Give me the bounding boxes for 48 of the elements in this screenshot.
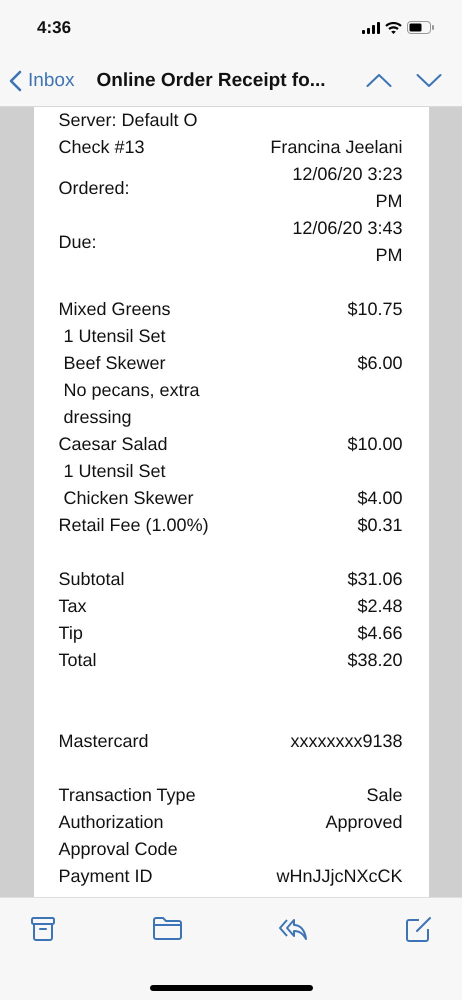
item-value: Francina Jeelani [270, 136, 402, 159]
item-value: 12/06/20 3:23 PM [291, 163, 402, 213]
item-value: $4.00 [357, 487, 402, 510]
item-value: $38.20 [347, 649, 402, 672]
item-label: Ordered: [58, 176, 130, 200]
item-label: Approval Code [58, 838, 178, 861]
item-label: Beef Skewer [62, 352, 166, 375]
item-label: Chicken Skewer [62, 487, 194, 510]
item-value: wHnJJjcNXcCK [276, 865, 402, 888]
item-label: Authorization [58, 811, 164, 834]
item-value: $31.06 [347, 568, 402, 591]
item-value: $10.00 [347, 433, 402, 456]
item-label: Mixed Greens [58, 298, 171, 321]
item-value: $6.00 [357, 352, 402, 375]
item-value: $4.66 [357, 622, 402, 645]
item-label: Tip [58, 622, 83, 645]
next-message-button[interactable] [416, 73, 442, 88]
back-button[interactable]: Inbox [9, 70, 74, 92]
item-value: Sale [366, 784, 402, 807]
back-chevron-icon [9, 70, 22, 92]
signal-icon [362, 22, 380, 34]
battery-icon [407, 21, 434, 34]
item-label: No pecans, extra dressing [62, 379, 201, 429]
item-label: Mastercard [58, 730, 149, 753]
item-label: Check #13 [58, 136, 145, 159]
item-label: Server: Default O [58, 109, 198, 132]
item-value: $2.48 [357, 595, 402, 618]
item-label: Total [58, 649, 97, 672]
item-label: Tax [58, 595, 87, 618]
clock-time: 4:36 [37, 18, 72, 38]
item-label: Payment ID [58, 865, 153, 888]
item-label: Caesar Salad [58, 433, 168, 456]
compose-icon[interactable] [404, 916, 432, 944]
item-label: Transaction Type [58, 784, 196, 807]
item-value: 12/06/20 3:43 PM [291, 217, 402, 267]
item-value: xxxxxxxx9138 [290, 730, 402, 753]
item-value: Approved [325, 811, 402, 834]
item-value: $0.31 [357, 514, 402, 537]
item-label: Retail Fee (1.00%) [58, 514, 209, 537]
wifi-icon [385, 22, 402, 34]
item-value: $10.75 [347, 298, 402, 321]
item-label: Subtotal [58, 568, 125, 591]
item-label: Due: [58, 230, 97, 254]
item-label: 1 Utensil Set [62, 460, 166, 483]
archive-icon[interactable] [30, 916, 56, 944]
item-label: 1 Utensil Set [62, 325, 166, 348]
email-subject: Online Order Receipt fo... [96, 70, 327, 92]
previous-message-button[interactable] [366, 73, 392, 88]
